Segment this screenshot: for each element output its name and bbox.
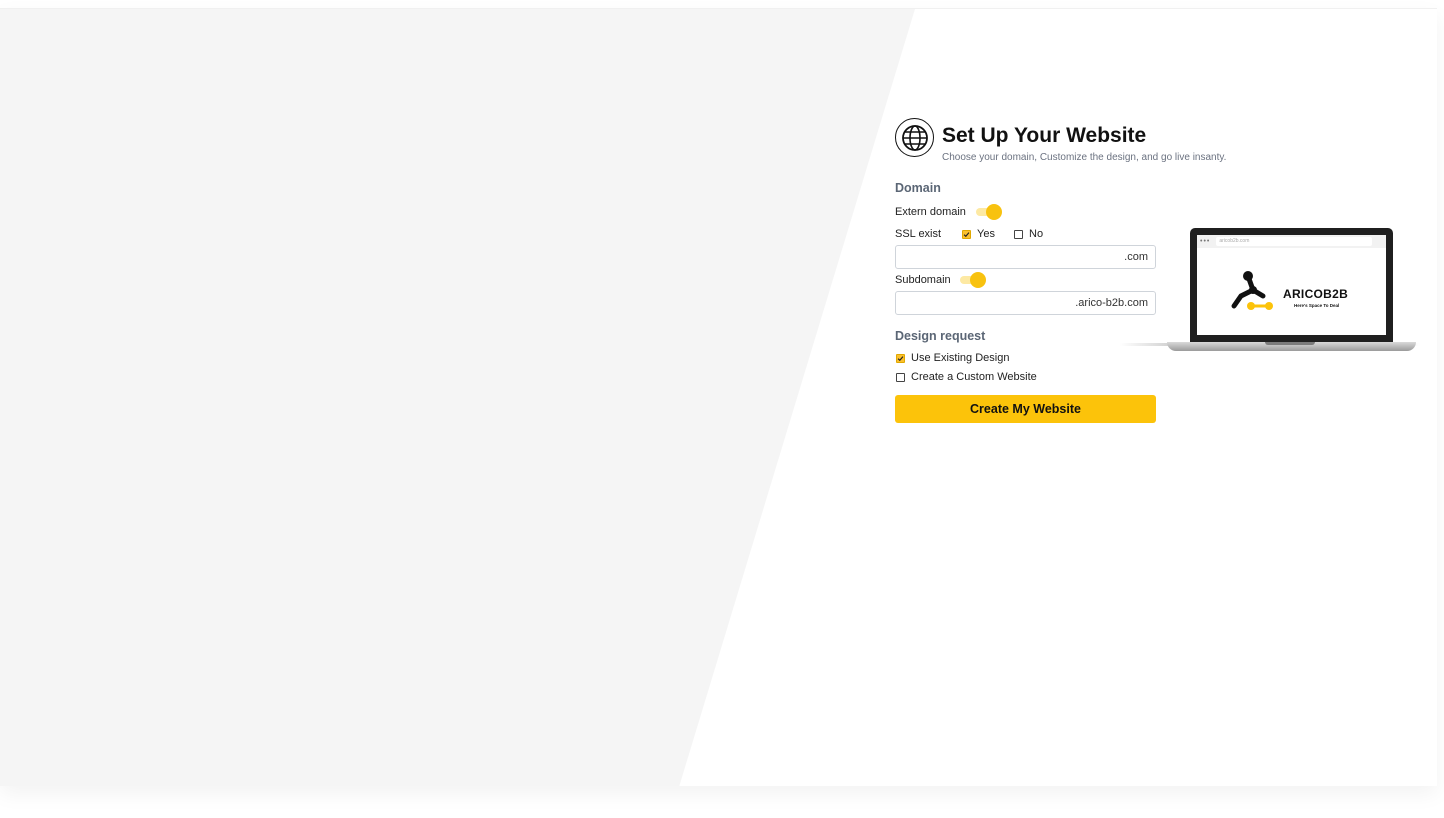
globe-icon <box>895 118 934 157</box>
subdomain-toggle[interactable] <box>960 272 986 288</box>
brand-tagline: Here's Space To Deal <box>1294 303 1340 308</box>
page-subtitle: Choose your domain, Customize the design… <box>942 152 1227 163</box>
browser-bar: ••• aricob2b.com <box>1197 235 1386 248</box>
domain-section-label: Domain <box>895 181 941 195</box>
brand-logo: ARICOB2B Here's Space To Deal <box>1229 270 1369 320</box>
page-title: Set Up Your Website <box>942 124 1147 147</box>
use-existing-design-checkbox[interactable]: Use Existing Design <box>896 352 1009 364</box>
laptop-screen-frame: ••• aricob2b.com ARICOB2B Here's Space T… <box>1190 228 1393 342</box>
checkbox-empty-icon <box>1014 229 1023 239</box>
page-header: Set Up Your Website Choose your domain, … <box>895 117 1226 163</box>
design-section-label: Design request <box>895 329 986 343</box>
use-existing-design-label: Use Existing Design <box>911 352 1010 364</box>
preview-url: aricob2b.com <box>1216 237 1373 246</box>
brand-logo-icon <box>1231 271 1273 310</box>
brand-name: ARICOB2B <box>1283 287 1349 301</box>
laptop-screen: ••• aricob2b.com ARICOB2B Here's Space T… <box>1197 235 1386 335</box>
extern-domain-toggle[interactable] <box>976 204 1002 220</box>
ssl-yes-checkbox[interactable]: Yes <box>962 228 995 240</box>
domain-input[interactable]: .com <box>895 245 1156 269</box>
custom-website-label: Create a Custom Website <box>911 371 1037 383</box>
ssl-no-checkbox[interactable]: No <box>1014 228 1043 240</box>
checkbox-empty-icon <box>896 372 905 382</box>
laptop-preview: ••• aricob2b.com ARICOB2B Here's Space T… <box>1120 226 1420 356</box>
checkbox-checked-icon <box>896 353 905 363</box>
checkbox-checked-icon <box>962 229 971 239</box>
extern-domain-label: Extern domain <box>895 206 966 218</box>
ssl-no-label: No <box>1029 228 1044 240</box>
subdomain-input[interactable]: .arico-b2b.com <box>895 291 1156 315</box>
create-website-button[interactable]: Create My Website <box>895 395 1156 423</box>
ssl-yes-label: Yes <box>977 228 995 240</box>
browser-dots-icon: ••• <box>1200 238 1211 245</box>
subdomain-label: Subdomain <box>895 274 951 286</box>
ssl-exist-label: SSL exist <box>895 228 942 240</box>
custom-website-checkbox[interactable]: Create a Custom Website <box>896 371 1037 383</box>
